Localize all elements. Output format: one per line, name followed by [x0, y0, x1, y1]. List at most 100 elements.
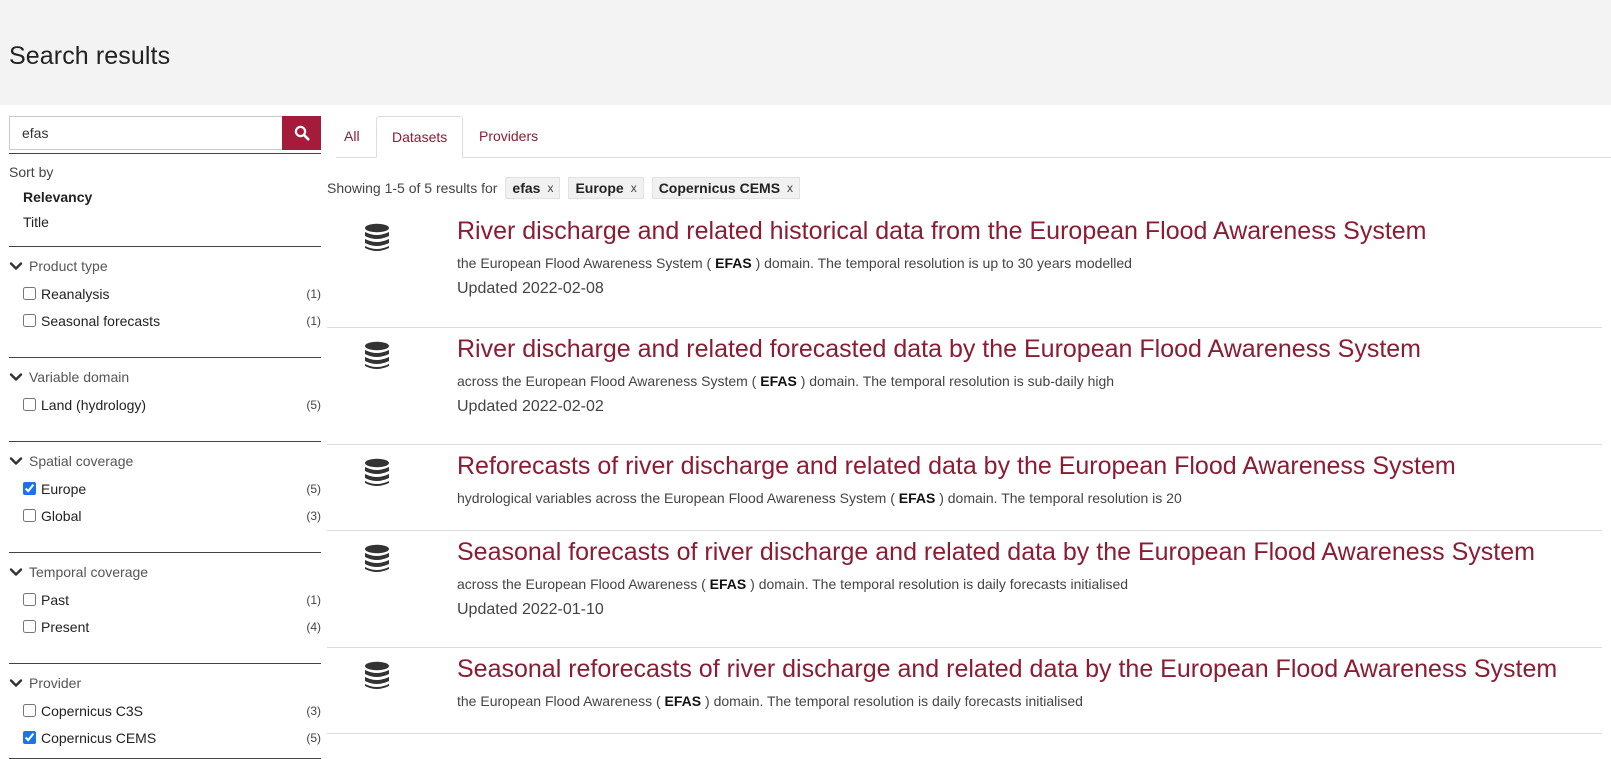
- results-count-text: Showing 1-5 of 5 results for: [327, 180, 498, 196]
- facet-option: Copernicus C3S (3): [9, 702, 321, 719]
- filter-chip-copernicus-cems: Copernicus CEMS x: [651, 177, 801, 199]
- result-item: Reforecasts of river discharge and relat…: [327, 445, 1602, 531]
- facet-option-label[interactable]: Global: [9, 508, 81, 524]
- database-icon: [365, 458, 389, 486]
- chip-remove-icon[interactable]: x: [547, 181, 553, 195]
- result-updated-date: Updated 2022-02-02: [457, 398, 604, 415]
- database-icon: [365, 341, 389, 369]
- facet-group: Temporal coverage Past (1) Present (4): [9, 552, 321, 647]
- result-title-link[interactable]: River discharge and related historical d…: [457, 217, 1427, 246]
- tab-providers[interactable]: Providers: [464, 116, 553, 158]
- facet-title[interactable]: Variable domain: [9, 368, 321, 386]
- chip-remove-icon[interactable]: x: [787, 181, 793, 195]
- chip-remove-icon[interactable]: x: [631, 181, 637, 195]
- facet-option-text: Present: [41, 618, 90, 635]
- result-description: the European Flood Awareness System ( EF…: [457, 255, 1132, 271]
- facet-group: Product type Reanalysis (1) Seasonal foreca…: [9, 246, 321, 341]
- divider: [9, 153, 321, 154]
- page-header: Search results: [0, 0, 1611, 105]
- facet-count: (1): [306, 286, 321, 301]
- chevron-down-icon[interactable]: [9, 259, 23, 273]
- facet-checkbox[interactable]: [23, 509, 36, 522]
- database-icon: [365, 223, 389, 251]
- facet-title[interactable]: Product type: [9, 257, 321, 275]
- facet-title[interactable]: Spatial coverage: [9, 452, 321, 470]
- facet-option-label[interactable]: Europe: [9, 481, 86, 497]
- facet-option-text: Seasonal forecasts: [41, 312, 161, 329]
- filter-chip-efas: efas x: [505, 177, 561, 199]
- facet-title-label: Variable domain: [29, 369, 130, 385]
- result-description: across the European Flood Awareness ( EF…: [457, 576, 1129, 592]
- facet-checkbox[interactable]: [23, 398, 36, 411]
- facet-count: (3): [306, 703, 321, 718]
- facet-option-text: Europe: [41, 480, 87, 497]
- facet-title-label: Spatial coverage: [29, 453, 134, 469]
- result-updated-date: Updated 2022-02-08: [457, 280, 604, 297]
- result-title-link[interactable]: River discharge and related forecasted d…: [457, 335, 1421, 364]
- facet-option-label[interactable]: Seasonal forecasts: [9, 313, 160, 329]
- tab-bar: All Datasets Providers: [336, 116, 1611, 158]
- search-bar: [9, 116, 321, 150]
- tab-datasets[interactable]: Datasets: [376, 116, 464, 158]
- facet-checkbox[interactable]: [23, 314, 36, 327]
- result-item: River discharge and related forecasted d…: [327, 328, 1602, 445]
- facet-title-label: Provider: [29, 675, 82, 691]
- result-updated-date: Updated 2022-01-10: [457, 601, 604, 618]
- facet-checkbox[interactable]: [23, 482, 36, 495]
- facet-checkbox[interactable]: [23, 731, 36, 744]
- result-item: Seasonal reforecasts of river discharge …: [327, 648, 1602, 734]
- result-title-link[interactable]: Reforecasts of river discharge and relat…: [457, 452, 1456, 481]
- sort-label: Sort by: [9, 164, 54, 180]
- facet-option-label[interactable]: Present: [9, 619, 89, 635]
- search-icon: [294, 125, 309, 141]
- facet-option-label[interactable]: Past: [9, 592, 69, 608]
- result-description: hydrological variables across the Europe…: [457, 490, 1182, 506]
- result-title-link[interactable]: Seasonal forecasts of river discharge an…: [457, 538, 1535, 567]
- facet-group: Provider Copernicus C3S (3) Copernicus CEMS…: [9, 663, 321, 758]
- search-button[interactable]: [282, 116, 321, 150]
- facet-title[interactable]: Provider: [9, 674, 321, 692]
- facet-option: Land (hydrology) (5): [9, 396, 321, 413]
- facet-option-text: Copernicus C3S: [41, 702, 143, 719]
- results-summary: Showing 1-5 of 5 results for efas x Euro…: [327, 176, 801, 200]
- sort-option-relevancy[interactable]: Relevancy: [23, 189, 321, 205]
- facet-option-text: Copernicus CEMS: [41, 729, 157, 746]
- facet-option: Past (1): [9, 591, 321, 608]
- facet-option-label[interactable]: Copernicus C3S: [9, 703, 143, 719]
- chevron-down-icon[interactable]: [9, 370, 23, 384]
- chevron-down-icon[interactable]: [9, 565, 23, 579]
- facet-option-label[interactable]: Land (hydrology): [9, 397, 146, 413]
- facet-count: (3): [306, 508, 321, 523]
- facet-option: Present (4): [9, 618, 321, 635]
- facet-checkbox[interactable]: [23, 287, 36, 300]
- result-item: River discharge and related historical d…: [327, 210, 1602, 328]
- facet-checkbox[interactable]: [23, 704, 36, 717]
- facet-count: (5): [306, 730, 321, 745]
- facet-option: Reanalysis (1): [9, 285, 321, 302]
- results-list: River discharge and related historical d…: [327, 210, 1602, 734]
- facet-checkbox[interactable]: [23, 593, 36, 606]
- chevron-down-icon[interactable]: [9, 676, 23, 690]
- search-input[interactable]: [9, 116, 282, 150]
- facet-group: Spatial coverage Europe (5) Global (3): [9, 441, 321, 536]
- facet-option-label[interactable]: Reanalysis: [9, 286, 109, 302]
- tab-all[interactable]: All: [329, 116, 375, 158]
- facet-option: Seasonal forecasts (1): [9, 312, 321, 329]
- facet-count: (1): [306, 313, 321, 328]
- results-panel: All Datasets Providers Showing 1-5 of 5 …: [327, 116, 1611, 734]
- facet-group: Variable domain Land (hydrology) (5): [9, 357, 321, 425]
- facet-count: (5): [306, 481, 321, 496]
- facet-title[interactable]: Temporal coverage: [9, 563, 321, 581]
- facet-count: (4): [306, 619, 321, 634]
- facet-option-text: Past: [41, 591, 70, 608]
- facet-option: Europe (5): [9, 480, 321, 497]
- database-icon: [365, 544, 389, 572]
- facet-option-text: Global: [41, 507, 82, 524]
- sort-option-title[interactable]: Title: [23, 214, 321, 230]
- facet-option-label[interactable]: Copernicus CEMS: [9, 730, 156, 746]
- facet-checkbox[interactable]: [23, 620, 36, 633]
- chevron-down-icon[interactable]: [9, 454, 23, 468]
- result-title-link[interactable]: Seasonal reforecasts of river discharge …: [457, 655, 1557, 684]
- result-description: the European Flood Awareness ( EFAS ) do…: [457, 693, 1083, 709]
- facet-option-text: Reanalysis: [41, 285, 110, 302]
